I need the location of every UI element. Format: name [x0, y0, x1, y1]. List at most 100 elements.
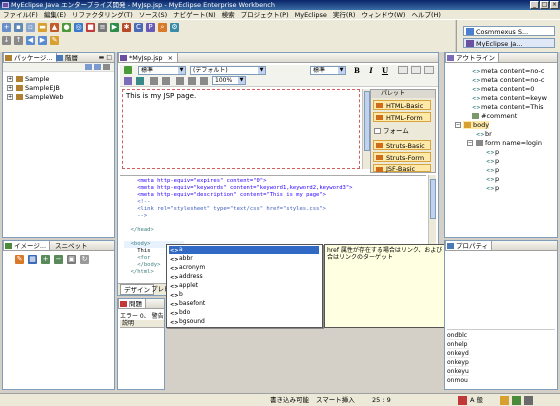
- underline-button[interactable]: U: [380, 66, 390, 75]
- tab-hierarchy[interactable]: 階層: [55, 53, 81, 62]
- property-row[interactable]: onhelp: [447, 341, 469, 349]
- align-center-icon[interactable]: [411, 66, 421, 74]
- server-icon[interactable]: ●: [62, 23, 71, 32]
- menu-myeclipse[interactable]: MyEclipse: [295, 10, 327, 19]
- tab-package-explorer[interactable]: パッケージ...: [3, 53, 57, 62]
- zoom-select[interactable]: 100% ▼: [212, 76, 246, 85]
- outline-item[interactable]: <> meta content=no-c: [471, 76, 544, 84]
- outline-item-form[interactable]: − form name=login: [467, 139, 542, 147]
- refresh-icon[interactable]: ↻: [80, 255, 89, 264]
- menu-search[interactable]: 検索: [222, 10, 235, 19]
- open-folder-icon[interactable]: ▬: [38, 23, 47, 32]
- close-button[interactable]: ×: [550, 1, 559, 9]
- perspective-myeclipse[interactable]: MyEclipse Ja...: [463, 38, 555, 48]
- palette-struts-form[interactable]: Struts-Form: [373, 152, 431, 162]
- outdent-icon[interactable]: [162, 77, 170, 85]
- stop-icon[interactable]: ■: [86, 23, 95, 32]
- assist-item-b[interactable]: <> b: [169, 291, 319, 299]
- deploy-icon[interactable]: ▲: [50, 23, 59, 32]
- outline-item[interactable]: <> p: [485, 157, 499, 165]
- collapse-all-icon[interactable]: [94, 64, 101, 70]
- palette-html-form[interactable]: HTML-Form: [373, 112, 431, 122]
- bold-button[interactable]: B: [352, 66, 362, 75]
- run-icon[interactable]: ▶: [110, 23, 119, 32]
- expand-icon[interactable]: +: [7, 85, 13, 91]
- assist-item-abbr[interactable]: <> abbr: [169, 255, 319, 263]
- zoom-out-icon[interactable]: −: [54, 255, 63, 264]
- outline-item[interactable]: <> meta content=no-c: [471, 67, 544, 75]
- new-icon[interactable]: +: [2, 23, 11, 32]
- maximize-button[interactable]: □: [540, 1, 549, 9]
- tree-item-sample[interactable]: + Sample: [7, 75, 49, 83]
- search-icon[interactable]: ⌕: [158, 23, 167, 32]
- table-icon[interactable]: [200, 77, 208, 85]
- save-icon[interactable]: ▪: [14, 23, 23, 32]
- browser-icon[interactable]: ◎: [74, 23, 83, 32]
- maximize-icon[interactable]: □: [106, 53, 112, 62]
- palette-form-tool[interactable]: フォーム: [374, 126, 409, 136]
- tab-snippets[interactable]: スニペット: [45, 241, 91, 250]
- prev-annotation-icon[interactable]: ↑: [14, 36, 23, 45]
- ime-settings-icon[interactable]: [524, 396, 533, 405]
- menu-refactor[interactable]: リファクタリング(T): [72, 10, 133, 19]
- outline-item[interactable]: <> p: [485, 148, 499, 156]
- font-select[interactable]: (デフォルト) ▼: [190, 66, 266, 75]
- assist-item-bdo[interactable]: <> bdo: [169, 309, 319, 317]
- property-row[interactable]: ondblc: [447, 332, 469, 340]
- view-menu-icon[interactable]: [103, 64, 110, 70]
- property-row[interactable]: onmou: [447, 377, 469, 385]
- design-canvas[interactable]: This is my JSP page.: [122, 89, 360, 169]
- menu-window[interactable]: ウィンドウ(W): [361, 10, 405, 19]
- external-tools-icon[interactable]: ⚙: [170, 23, 179, 32]
- style-select[interactable]: 標準 ▼: [138, 66, 186, 75]
- new-package-icon[interactable]: P: [146, 23, 155, 32]
- edit-image-icon[interactable]: ✎: [15, 255, 24, 264]
- align-right-icon[interactable]: [424, 66, 434, 74]
- design-scrollbar[interactable]: [362, 89, 370, 169]
- assist-item-basefont[interactable]: <> basefont: [169, 300, 319, 308]
- next-annotation-icon[interactable]: ↓: [2, 36, 11, 45]
- unordered-list-icon[interactable]: [188, 77, 196, 85]
- property-row[interactable]: onkeyp: [447, 359, 469, 367]
- perspective-cosminexus[interactable]: Cosmmexus S...: [463, 26, 555, 36]
- menu-file[interactable]: ファイル(F): [3, 10, 38, 19]
- outline-item[interactable]: <> br: [475, 130, 492, 138]
- fit-icon[interactable]: ▣: [67, 255, 76, 264]
- outline-item[interactable]: #comment: [471, 112, 517, 120]
- tab-properties[interactable]: プロパティ: [445, 241, 493, 250]
- assist-item-applet[interactable]: <> applet: [169, 282, 319, 290]
- outline-item[interactable]: <> meta content=0: [471, 85, 534, 93]
- italic-button[interactable]: I: [366, 66, 376, 75]
- ime-dict-icon[interactable]: [512, 396, 521, 405]
- problems-column-header[interactable]: 説明: [120, 320, 164, 328]
- outline-item[interactable]: <> p: [485, 184, 499, 192]
- print-icon[interactable]: ▫: [26, 23, 35, 32]
- scroll-thumb[interactable]: [430, 179, 436, 219]
- tab-myjsp[interactable]: *MyJsp.jsp ×: [118, 53, 178, 62]
- tab-image[interactable]: イメージ...: [3, 241, 51, 250]
- collapse-icon[interactable]: −: [467, 140, 473, 146]
- new-class-icon[interactable]: C: [134, 23, 143, 32]
- outline-item[interactable]: <> meta content=keyw: [471, 94, 547, 102]
- expand-icon[interactable]: +: [7, 94, 13, 100]
- refresh-design-icon[interactable]: [124, 66, 132, 74]
- tree-item-sampleejb[interactable]: + SampleEJB: [7, 84, 60, 92]
- tree-item-sampleweb[interactable]: + SampleWeb: [7, 93, 64, 101]
- indent-icon[interactable]: [150, 77, 158, 85]
- menu-source[interactable]: ソース(S): [139, 10, 167, 19]
- ime-icon[interactable]: [458, 396, 467, 405]
- outline-item-body[interactable]: − body: [455, 121, 490, 129]
- outline-item[interactable]: <> p: [485, 166, 499, 174]
- palette-jsf-basic[interactable]: JSF-Basic: [373, 164, 431, 173]
- outline-item[interactable]: <> p: [485, 175, 499, 183]
- palette-struts-basic[interactable]: Struts-Basic: [373, 140, 431, 150]
- assist-item-address[interactable]: <> address: [169, 273, 319, 281]
- last-edit-icon[interactable]: ✎: [50, 36, 59, 45]
- ime-mode[interactable]: A 般: [470, 394, 483, 406]
- collapse-icon[interactable]: −: [455, 122, 461, 128]
- back-icon[interactable]: ◀: [26, 36, 35, 45]
- menu-help[interactable]: ヘルプ(H): [411, 10, 440, 19]
- ordered-list-icon[interactable]: [176, 77, 184, 85]
- assist-item-bgsound[interactable]: <> bgsound: [169, 318, 319, 326]
- tab-outline[interactable]: アウトライン: [445, 53, 499, 62]
